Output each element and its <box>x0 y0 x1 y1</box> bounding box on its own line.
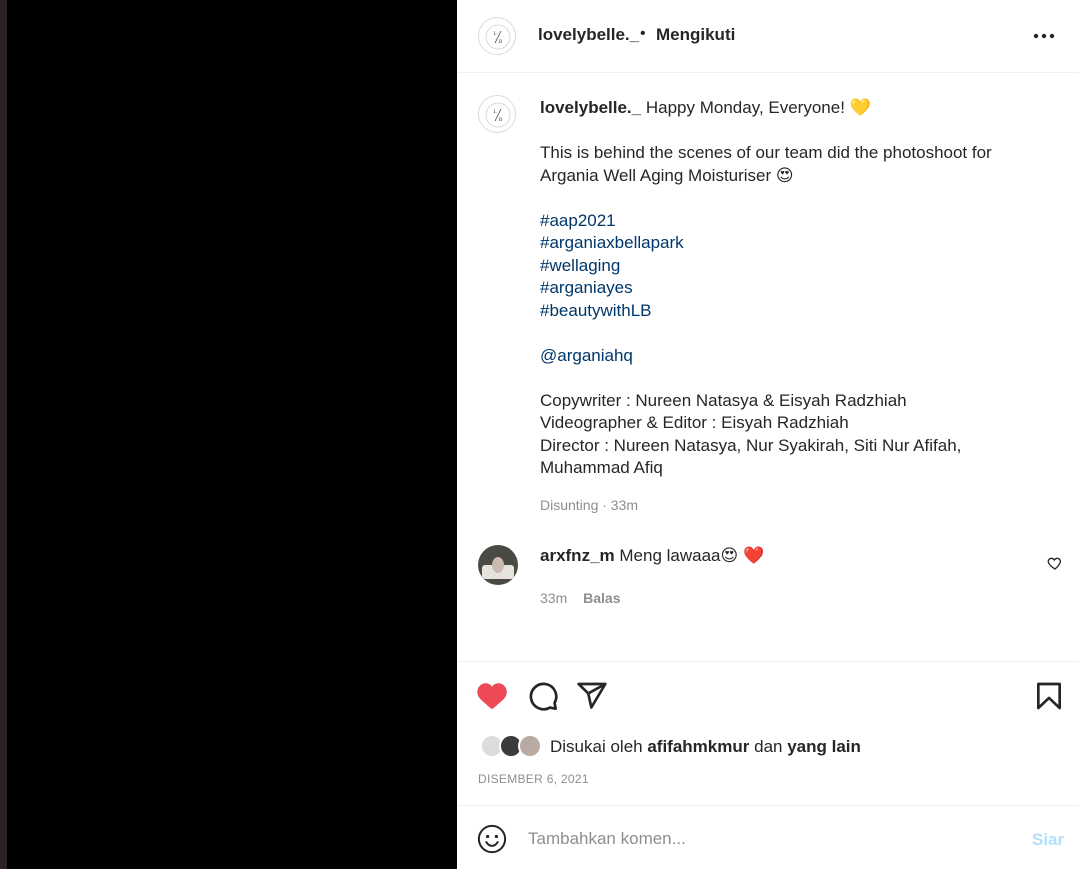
post-header: L B lovelybelle._ • Mengikuti <box>457 0 1079 73</box>
post-panel: L B lovelybelle._ • Mengikuti L B lovely <box>457 0 1079 869</box>
comment-text: arxfnz_m Meng lawaaa😍 ❤️ <box>540 546 764 566</box>
caption-username[interactable]: lovelybelle._ <box>540 98 641 117</box>
heart-filled-icon[interactable] <box>476 680 508 712</box>
lb-logo-icon: L B <box>485 102 511 128</box>
mention-link[interactable]: @arganiahq <box>540 345 1040 368</box>
reply-button[interactable]: Balas <box>583 590 620 606</box>
svg-text:L: L <box>494 32 497 37</box>
likes-others-link[interactable]: yang lain <box>787 737 861 756</box>
comment-input[interactable] <box>528 826 1008 852</box>
post-media[interactable] <box>7 0 457 869</box>
caption-greeting: Happy Monday, Everyone! 💛 <box>645 98 871 117</box>
caption-avatar[interactable]: L B <box>478 95 516 133</box>
post-actions: Disukai oleh afifahmkmur dan yang lain D… <box>457 661 1079 805</box>
page-backdrop <box>0 0 7 869</box>
likes-summary: Disukai oleh afifahmkmur dan yang lain <box>480 734 1060 760</box>
header-separator: • <box>640 25 646 42</box>
hashtag-link[interactable]: #aap2021 <box>540 210 1040 233</box>
likes-prefix: Disukai oleh <box>550 737 643 756</box>
bookmark-icon[interactable] <box>1033 680 1065 712</box>
svg-text:B: B <box>499 40 503 45</box>
comment-meta: 33m Balas <box>540 590 620 606</box>
liker-username[interactable]: afifahmkmur <box>647 737 749 756</box>
smiley-icon[interactable] <box>477 824 507 854</box>
profile-avatar[interactable]: L B <box>478 17 516 55</box>
commenter-avatar[interactable] <box>478 545 518 585</box>
hashtag-link[interactable]: #arganiayes <box>540 277 1040 300</box>
follow-status-button[interactable]: Mengikuti <box>656 25 735 45</box>
add-comment-bar: Siar <box>457 805 1079 869</box>
credit-line: Copywriter : Nureen Natasya & Eisyah Rad… <box>540 390 907 410</box>
more-options-icon[interactable] <box>1031 26 1057 46</box>
comment-body: Meng lawaaa😍 ❤️ <box>619 546 765 565</box>
liker-avatar[interactable] <box>518 734 542 758</box>
hashtag-link[interactable]: #arganiaxbellapark <box>540 232 1040 255</box>
caption-edited-time: Disunting · 33m <box>540 497 639 513</box>
commenter-username[interactable]: arxfnz_m <box>540 546 615 565</box>
comment-bubble-icon[interactable] <box>527 680 559 712</box>
paper-plane-icon[interactable] <box>576 680 608 712</box>
post-date: DISEMBER 6, 2021 <box>478 772 589 786</box>
post-comment-button[interactable]: Siar <box>1032 830 1064 850</box>
header-username[interactable]: lovelybelle._ <box>538 25 639 45</box>
credit-line: Director : Nureen Natasya, Nur Syakirah,… <box>540 435 962 478</box>
likes-connector: dan <box>754 737 783 756</box>
hashtag-link[interactable]: #beautywithLB <box>540 300 1040 323</box>
caption-description: This is behind the scenes of our team di… <box>540 143 992 185</box>
svg-text:B: B <box>499 118 503 123</box>
likes-text: Disukai oleh afifahmkmur dan yang lain <box>550 737 861 757</box>
lb-logo-icon: L B <box>485 24 511 50</box>
comment-like-icon[interactable] <box>1047 555 1063 571</box>
hashtag-link[interactable]: #wellaging <box>540 255 1040 278</box>
svg-text:L: L <box>494 110 497 115</box>
credit-line: Videographer & Editor : Eisyah Radzhiah <box>540 413 849 432</box>
caption-text: lovelybelle._ Happy Monday, Everyone! 💛 … <box>540 97 1040 480</box>
comment-time: 33m <box>540 590 568 606</box>
